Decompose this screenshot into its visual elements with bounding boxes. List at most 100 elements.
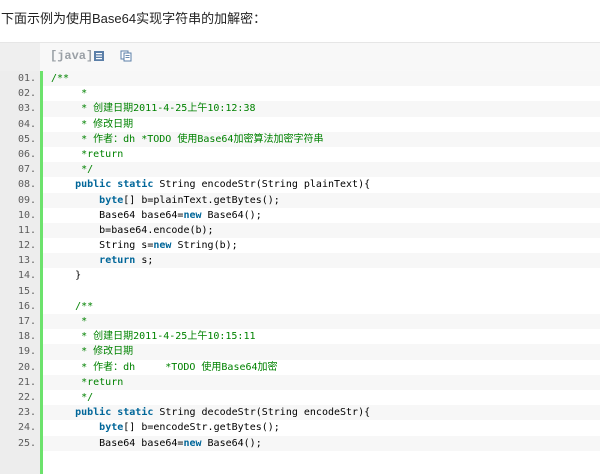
code-plain	[51, 179, 75, 190]
code-comment: *	[51, 88, 88, 100]
line-number: 10.	[17, 209, 36, 221]
code-text: * 修改日期	[43, 344, 600, 360]
code-line: 19. * 修改日期	[0, 344, 600, 360]
code-keyword: new	[183, 209, 202, 221]
code-plain: String encodeStr(String plainText){	[153, 179, 371, 191]
line-number: 25.	[17, 437, 36, 449]
line-number: 03.	[17, 103, 36, 115]
code-line: 03. * 创建日期2011-4-25上午10:12:38	[0, 101, 600, 117]
code-text: * 创建日期2011-4-25上午10:15:11	[43, 329, 600, 344]
code-plain: b=base64.encode(b);	[51, 224, 214, 236]
line-number: 23.	[17, 407, 36, 419]
code-keyword: new	[183, 437, 202, 449]
code-text: public static String encodeStr(String pl…	[43, 177, 600, 192]
code-text: Base64 base64=new Base64();	[43, 435, 600, 451]
code-line: 13. return s;	[0, 253, 600, 269]
line-number: 02.	[17, 88, 36, 100]
code-text: */	[43, 390, 600, 405]
code-line: 15.	[0, 284, 600, 299]
view-plain-icon[interactable]	[93, 50, 105, 62]
code-text: /**	[43, 299, 600, 314]
code-comment: *	[51, 316, 88, 327]
line-number: 24.	[17, 422, 36, 434]
line-number: 07.	[17, 164, 36, 176]
code-comment: /**	[51, 300, 94, 312]
code-line: 21. *return	[0, 374, 600, 390]
line-number: 05.	[17, 133, 36, 145]
line-number: 08.	[17, 179, 36, 191]
code-text: }	[43, 268, 600, 283]
code-plain: Base64 base64=	[51, 437, 184, 449]
code-text: byte[] b=plainText.getBytes();	[43, 192, 600, 208]
line-number: 19.	[17, 346, 36, 358]
code-comment: * 作者：dh *TODO 使用Base64加密	[51, 361, 278, 373]
line-number: 13.	[17, 255, 36, 267]
code-text: * 作者：dh *TODO 使用Base64加密算法加密字符串	[43, 131, 600, 147]
code-plain: Base64 base64=	[51, 209, 184, 221]
code-line: 23. public static String decodeStr(Strin…	[0, 405, 600, 421]
code-line: 10. Base64 base64=new Base64();	[0, 208, 600, 223]
line-number: 18.	[17, 331, 36, 343]
code-comment: *return	[51, 148, 124, 160]
code-plain	[51, 422, 99, 433]
code-text: * 创建日期2011-4-25上午10:12:38	[43, 101, 600, 117]
code-plain: s;	[135, 255, 154, 267]
code-plain	[51, 255, 99, 266]
code-comment: */	[51, 164, 94, 176]
code-keyword: byte	[99, 194, 124, 206]
code-line: 05. * 作者：dh *TODO 使用Base64加密算法加密字符串	[0, 131, 600, 147]
code-text: *return	[43, 374, 600, 390]
code-line: 08. public static String encodeStr(Strin…	[0, 177, 600, 192]
code-text: String s=new String(b);	[43, 238, 600, 253]
code-comment: * 创建日期2011-4-25上午10:12:38	[51, 103, 256, 115]
code-line: 12. String s=new String(b);	[0, 238, 600, 253]
code-block: [java] 01./** 02. * 03. * 创建日期2011-4-25上午1…	[0, 42, 600, 474]
code-text: * 修改日期	[43, 117, 600, 132]
code-text: /**	[43, 71, 600, 87]
code-plain: Base64();	[201, 209, 262, 221]
line-number: 09.	[17, 194, 36, 206]
code-plain: }	[51, 270, 82, 282]
code-line: 16. /**	[0, 299, 600, 314]
code-text: Base64 base64=new Base64();	[43, 208, 600, 223]
code-comment: * 作者：dh *TODO 使用Base64加密算法加密字符串	[51, 133, 324, 145]
code-plain: [] b=encodeStr.getBytes();	[123, 422, 280, 434]
code-comment: * 修改日期	[51, 346, 134, 358]
code-keyword: new	[153, 240, 172, 252]
code-keyword: public static	[75, 407, 154, 419]
code-text: */	[43, 162, 600, 178]
code-line: 06. *return	[0, 147, 600, 162]
code-line: 17. *	[0, 314, 600, 330]
line-number: 14.	[17, 270, 36, 282]
language-label: [java]	[50, 49, 94, 63]
code-plain: [] b=plainText.getBytes();	[123, 194, 280, 206]
code-comment: */	[51, 391, 94, 403]
code-comment: /**	[51, 73, 70, 84]
code-line: 25. Base64 base64=new Base64();	[0, 435, 600, 451]
code-toolbar: [java]	[0, 43, 600, 71]
code-line: 11. b=base64.encode(b);	[0, 222, 600, 239]
copy-icon[interactable]	[120, 50, 132, 62]
code-text: *return	[43, 147, 600, 162]
line-number: 16.	[17, 300, 36, 312]
code-line: 18. * 创建日期2011-4-25上午10:15:11	[0, 329, 600, 344]
code-line: 24. byte[] b=encodeStr.getBytes();	[0, 420, 600, 435]
code-line: 02. *	[0, 86, 600, 101]
code-plain: Base64();	[201, 437, 262, 449]
code-text: return s;	[43, 253, 600, 269]
code-text: *	[43, 314, 600, 330]
line-number: 01.	[17, 73, 36, 84]
code-keyword: return	[99, 255, 136, 267]
code-text: *	[43, 86, 600, 101]
code-plain	[51, 407, 75, 418]
line-number: 17.	[17, 316, 36, 327]
line-number: 11.	[17, 224, 36, 236]
line-number: 20.	[17, 361, 36, 373]
code-line: 22. */	[0, 390, 600, 405]
code-keyword: byte	[99, 422, 124, 434]
line-number: 22.	[17, 391, 36, 403]
line-number: 04.	[17, 118, 36, 130]
code-plain	[51, 195, 99, 206]
code-plain: String decodeStr(String encodeStr){	[153, 407, 371, 419]
line-number: 15.	[17, 285, 36, 297]
